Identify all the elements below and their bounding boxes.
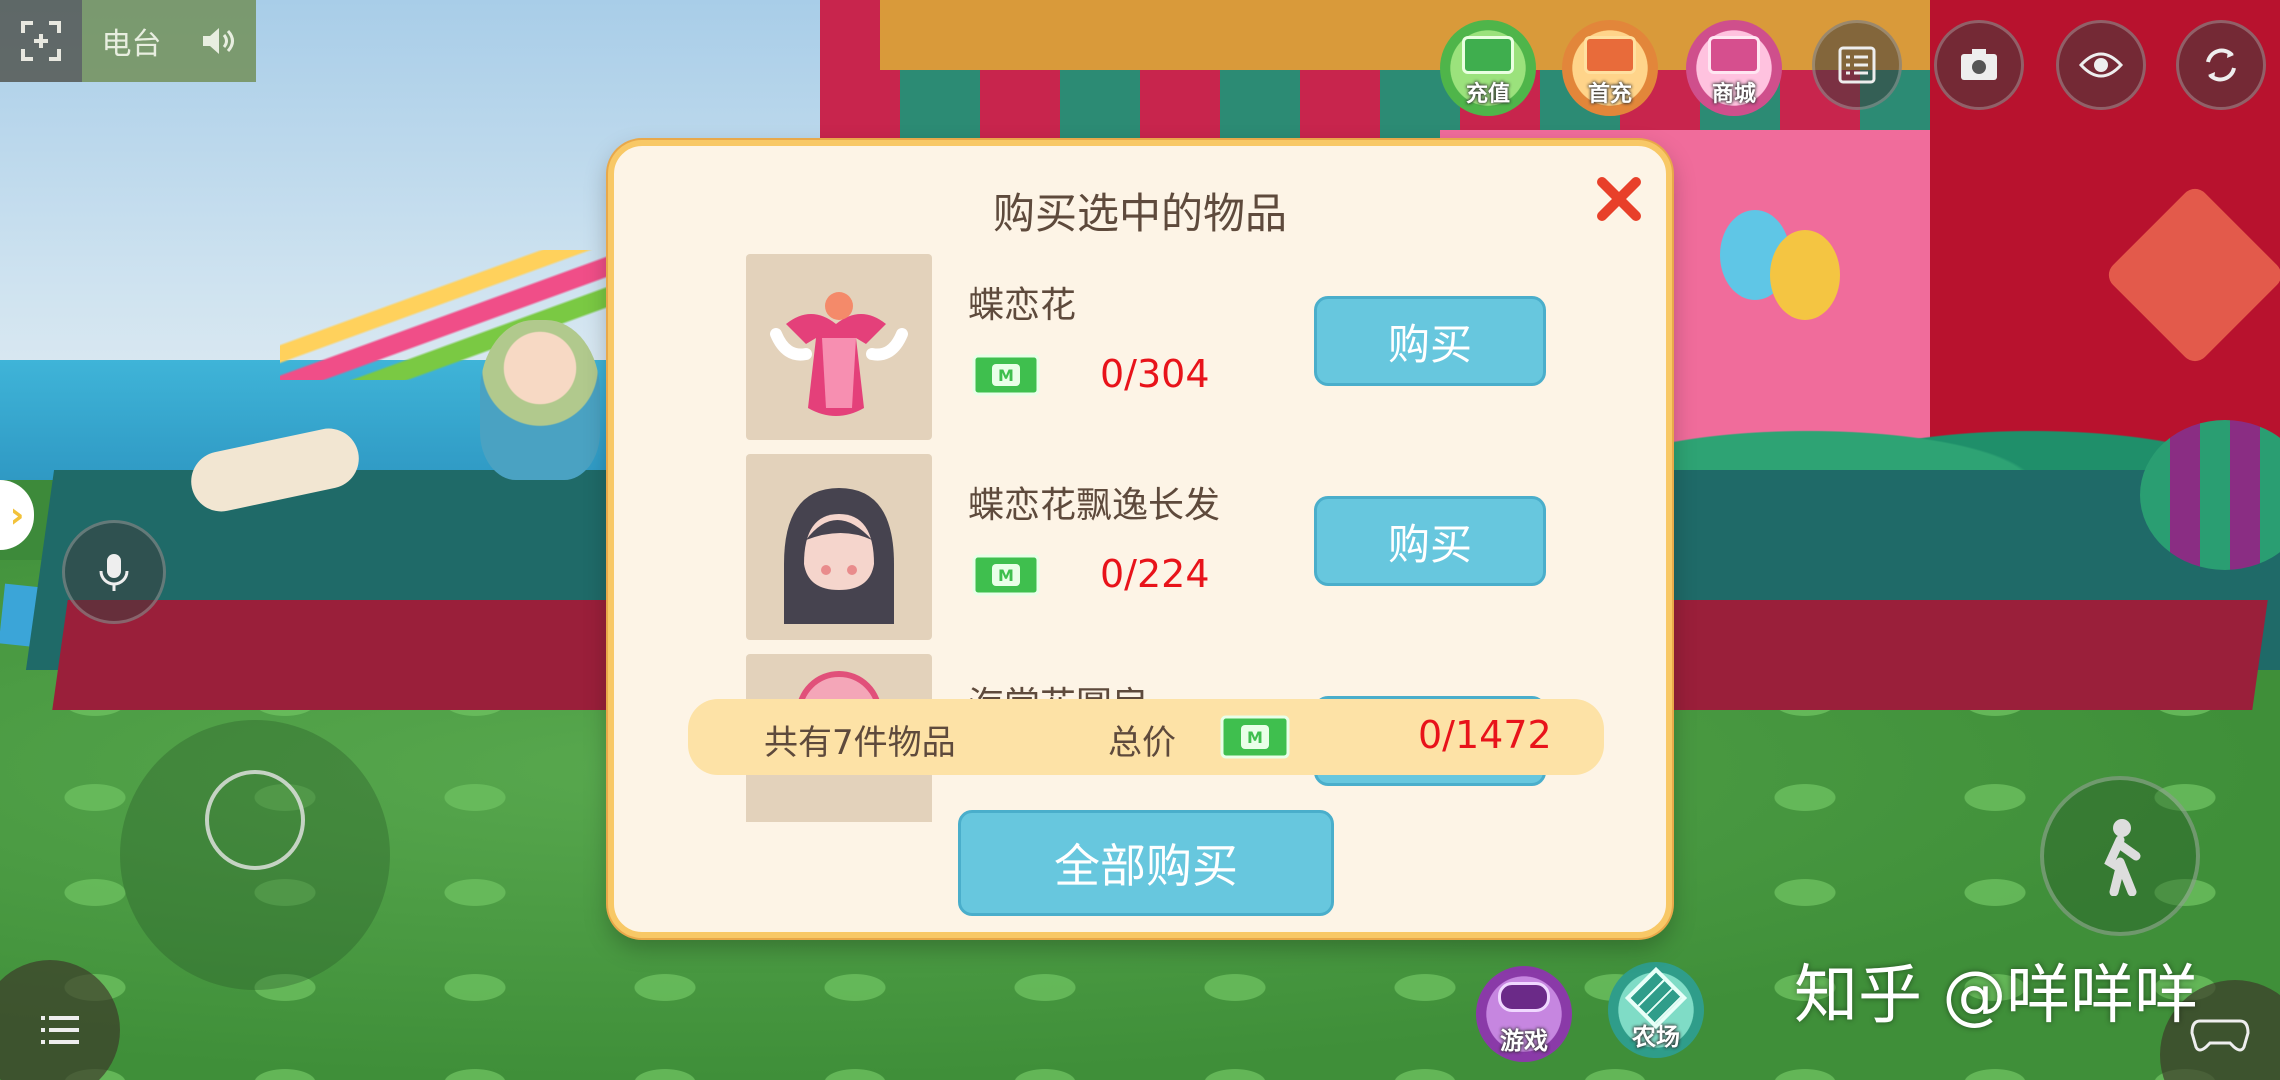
radio-button[interactable]: 电台 bbox=[82, 0, 256, 82]
list-item: 蝶恋花 M 0/304 购买 bbox=[614, 246, 1666, 440]
shopping-bag-icon bbox=[1708, 36, 1760, 74]
pink-dress-icon bbox=[770, 292, 908, 416]
chevron-right-icon: › bbox=[9, 494, 25, 536]
jump-button[interactable] bbox=[2040, 776, 2200, 936]
games-label: 游戏 bbox=[1500, 1027, 1548, 1055]
cash-icon: M bbox=[972, 554, 1040, 596]
dialog-title: 购买选中的物品 bbox=[992, 189, 1287, 238]
item-total-count: 共有7件物品 bbox=[764, 723, 956, 763]
joystick-knob[interactable] bbox=[205, 770, 305, 870]
total-price-label: 总价 bbox=[1108, 723, 1176, 763]
buy-button[interactable]: 购买 bbox=[1314, 296, 1546, 386]
first-recharge-label: 首充 bbox=[1587, 82, 1632, 107]
rotate-icon bbox=[2206, 48, 2236, 82]
expand-view-button[interactable] bbox=[0, 0, 82, 82]
expand-frame-icon bbox=[21, 21, 61, 61]
item-price: 0/224 bbox=[1100, 552, 1210, 596]
total-price: 0/1472 bbox=[1418, 713, 1552, 757]
eye-icon bbox=[2078, 52, 2124, 78]
radio-bar: 电台 bbox=[0, 0, 256, 82]
menu-lines-icon bbox=[41, 1016, 79, 1044]
view-toggle-button[interactable] bbox=[2056, 20, 2146, 110]
item-name: 蝶恋花飘逸长发 bbox=[968, 485, 1221, 526]
camera-icon bbox=[1961, 49, 1997, 80]
list-item: 蝶恋花飘逸长发 M 0/224 购买 bbox=[614, 446, 1666, 640]
long-hair-icon bbox=[784, 488, 894, 624]
recharge-label: 充值 bbox=[1465, 82, 1510, 107]
radio-label: 电台 bbox=[101, 27, 162, 62]
gamepad-outline-icon bbox=[2190, 1019, 2250, 1052]
microphone-icon bbox=[99, 554, 129, 591]
item-price: 0/304 bbox=[1100, 352, 1210, 396]
cash-icon: M bbox=[1220, 715, 1290, 759]
svg-text:M: M bbox=[998, 366, 1014, 385]
gamepad-icon bbox=[1498, 982, 1550, 1012]
games-button[interactable]: 游戏 bbox=[1476, 966, 1572, 1062]
cash-icon bbox=[1462, 36, 1514, 74]
farm-button[interactable]: 农场 bbox=[1608, 962, 1704, 1058]
svg-text:M: M bbox=[1247, 728, 1263, 747]
mall-label: 商城 bbox=[1711, 82, 1756, 107]
list-menu-button[interactable] bbox=[1812, 20, 1902, 110]
close-icon bbox=[1597, 177, 1641, 221]
close-button[interactable] bbox=[1584, 164, 1654, 234]
balloon bbox=[1770, 230, 1840, 320]
running-figure-icon bbox=[2104, 819, 2141, 896]
list-icon bbox=[1838, 46, 1876, 84]
mall-button[interactable]: 商城 bbox=[1686, 20, 1782, 116]
speaker-icon bbox=[202, 28, 234, 54]
summary-bar: 共有7件物品 总价 M 0/1472 bbox=[688, 699, 1604, 775]
gift-icon bbox=[1584, 36, 1636, 74]
switch-view-button[interactable] bbox=[2176, 20, 2266, 110]
buy-all-button[interactable]: 全部购买 bbox=[958, 810, 1334, 916]
item-thumbnail bbox=[746, 254, 932, 440]
player-character[interactable] bbox=[480, 320, 600, 480]
buy-button[interactable]: 购买 bbox=[1314, 496, 1546, 586]
camera-button[interactable] bbox=[1934, 20, 2024, 110]
recharge-button[interactable]: 充值 bbox=[1440, 20, 1536, 116]
svg-text:M: M bbox=[998, 566, 1014, 585]
voice-button[interactable] bbox=[62, 520, 166, 624]
watermark: 知乎 @咩咩咩 bbox=[1794, 959, 2199, 1033]
item-name: 蝶恋花 bbox=[968, 285, 1077, 326]
purchase-dialog: 购买选中的物品 蝶恋花 M 0/304 购买 蝶恋花飘逸长发 M 0/224 购… bbox=[608, 140, 1672, 938]
cash-icon: M bbox=[972, 354, 1040, 396]
first-recharge-button[interactable]: 首充 bbox=[1562, 20, 1658, 116]
item-thumbnail bbox=[746, 454, 932, 640]
